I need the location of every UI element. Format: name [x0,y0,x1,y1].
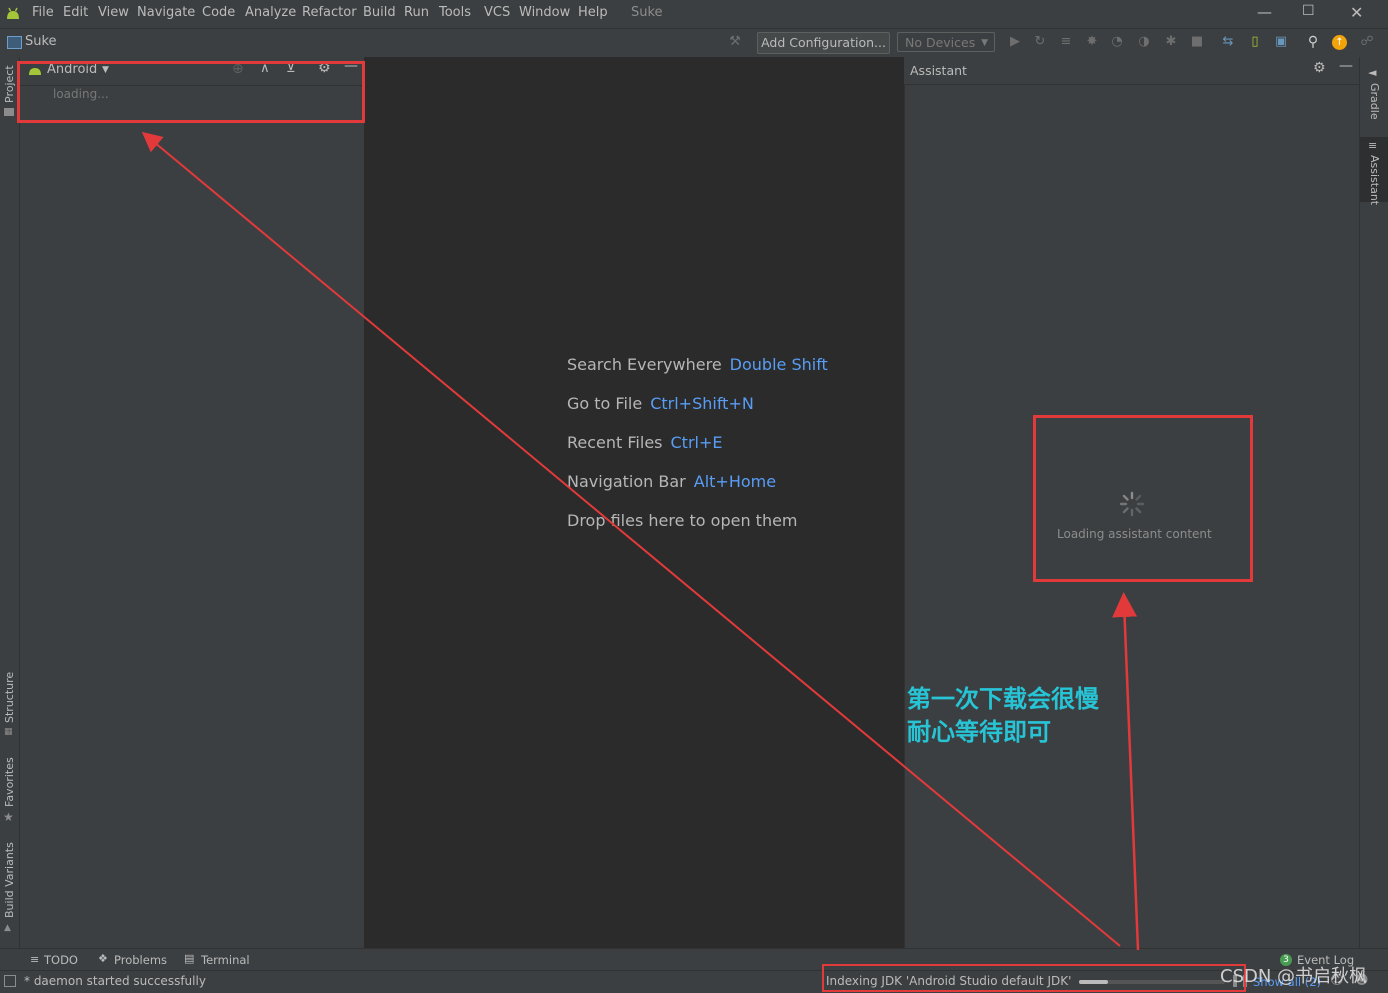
arrow-to-assistant [1112,592,1140,951]
annotation-arrows [141,131,1140,951]
annotation-line-2: 耐心等待即可 [907,718,1051,746]
arrow-to-project [141,131,1121,947]
annotation-line-1: 第一次下载会很慢 [907,685,1099,713]
watermark: CSDN @书启秋枫 [1220,966,1368,987]
annotation-note: 第一次下载会很慢 耐心等待即可 [907,683,1099,749]
